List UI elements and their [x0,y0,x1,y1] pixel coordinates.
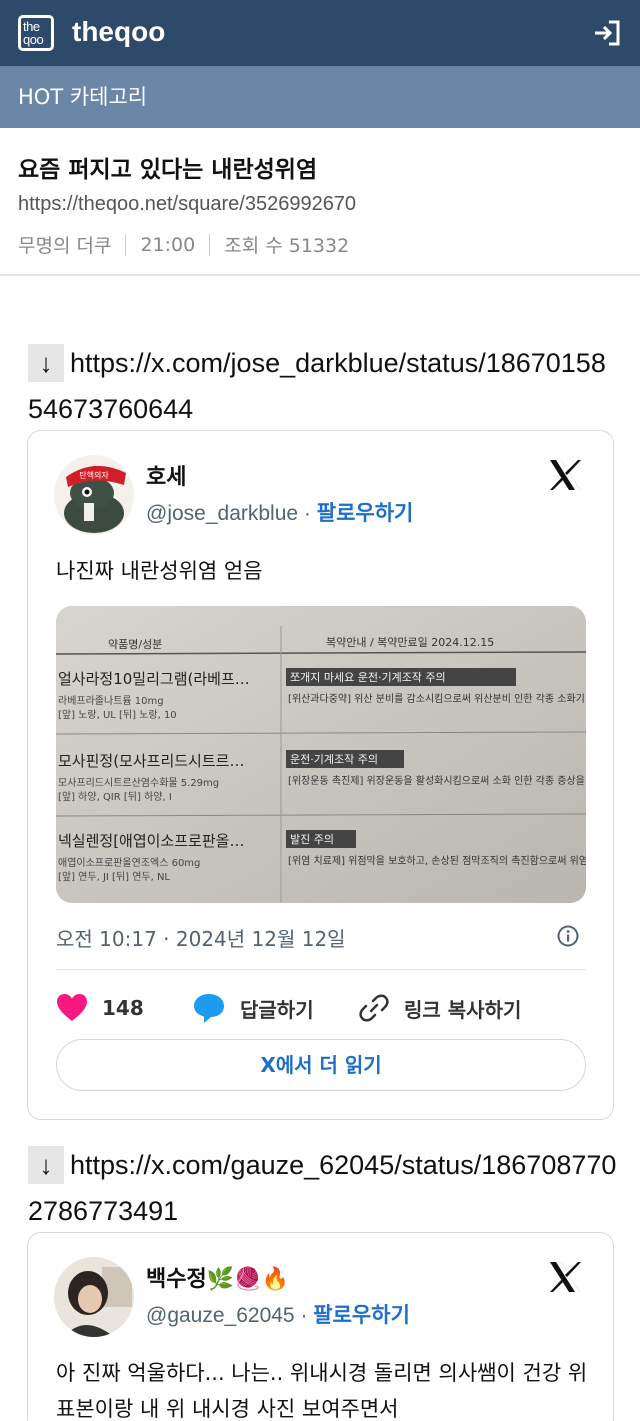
post-url[interactable]: https://theqoo.net/square/3526992670 [18,193,356,216]
tweet-text: 나진짜 내란성위염 얻음 [56,559,263,583]
follow-button[interactable]: 팔로우하기 [313,1303,410,1327]
svg-text:라베프라졸나트륨 10mg: 라베프라졸나트륨 10mg [58,695,164,707]
reply-label: 답글하기 [240,997,314,1022]
embed-link-text[interactable]: https://x.com/gauze_62045/status/1867087… [28,1150,616,1226]
embed-link-text[interactable]: https://x.com/jose_darkblue/status/18670… [28,348,606,424]
svg-text:[앞] 하양, QIR [뒤] 하양, I: [앞] 하양, QIR [뒤] 하양, I [58,790,172,803]
tweet-photo[interactable]: 약품명/성분 복약안내 / 복약만료일 2024.12.15 얼사라정10밀리그… [56,606,586,903]
tweet-author-name[interactable]: 백수정🌿🧶🔥 [146,1261,289,1293]
avatar[interactable]: 탄핵의자 [54,455,134,535]
tweet-handle: @jose_darkblue · 팔로우하기 [146,501,414,525]
post-views: 조회 수 51332 [224,235,350,257]
login-icon[interactable] [592,19,622,47]
svg-text:모사프리드시트르산염수화물 5.29mg: 모사프리드시트르산염수화물 5.29mg [58,777,219,789]
svg-text:운전·기계조작 주의: 운전·기계조작 주의 [290,753,378,766]
reply-button[interactable]: 답글하기 [192,988,314,1028]
tweet-actions: 148 답글하기 링크 복사하기 [56,988,586,1028]
post-time: 21:00 [140,233,196,256]
copy-link-button[interactable]: 링크 복사하기 [358,988,521,1028]
tweet-card[interactable]: 탄핵의자 호세 @jose_darkblue · 팔로우하기 나진짜 내란성위염… [27,430,614,1120]
link-icon [359,994,389,1022]
svg-text:탄핵의자: 탄핵의자 [79,470,109,480]
heart-icon [57,994,87,1021]
like-count: 148 [102,996,144,1020]
photo-header-left: 약품명/성분 [108,637,162,651]
svg-text:[앞] 노랑, UL [뒤] 노랑, 10: [앞] 노랑, UL [뒤] 노랑, 10 [58,709,177,721]
svg-text:[위염 치료제] 위점막을 보호하고, 손상된 점막조직의: [위염 치료제] 위점막을 보호하고, 손상된 점막조직의 촉진함으로써 위염을… [288,854,586,867]
brand-name[interactable]: theqoo [72,16,165,48]
tweet-author-name[interactable]: 호세 [146,459,186,491]
tweet-handle-text[interactable]: @gauze_62045 [146,1304,295,1327]
copy-link-label: 링크 복사하기 [404,997,522,1022]
embed-link-1[interactable]: ↓ https://x.com/jose_darkblue/status/1867… [28,340,618,432]
post-author: 무명의 더쿠 [18,235,112,257]
svg-text:쪼개지 마세요 운전·기계조작 주의: 쪼개지 마세요 운전·기계조작 주의 [290,671,446,684]
header-divider [0,274,640,276]
post-title: 요즘 퍼지고 있다는 내란성위염 [18,157,318,183]
svg-text:발진 주의: 발진 주의 [290,833,334,846]
svg-text:[위장운동 촉진제] 위장운동을 활성화시킴으로써 소화 인: [위장운동 촉진제] 위장운동을 활성화시킴으로써 소화 인한 각종 증상을 개… [288,774,586,787]
svg-text:모사핀정(모사프리드시트르…: 모사핀정(모사프리드시트르… [58,752,244,770]
tweet-handle: @gauze_62045 · 팔로우하기 [146,1303,410,1327]
tweet-timestamp[interactable]: 오전 10:17 · 2024년 12월 12일 [56,923,346,952]
x-logo-icon[interactable] [547,457,583,493]
meta-divider [125,233,127,256]
post-meta: 무명의 더쿠 21:00 조회 수 51332 [18,231,349,258]
tweet-handle-text[interactable]: @jose_darkblue [146,502,298,525]
info-icon[interactable] [557,925,579,947]
tweet-text: 아 진짜 억울하다... 나는.. 위내시경 돌리면 의사쌤이 건강 위 표본이… [56,1361,588,1421]
svg-text:얼사라정10밀리그램(라베프…: 얼사라정10밀리그램(라베프… [58,670,250,688]
down-arrow-icon: ↓ [28,1146,64,1184]
reply-bubble-icon [194,994,224,1023]
site-logo[interactable]: the qoo [18,15,54,51]
like-button[interactable]: 148 [56,988,144,1028]
category-bar[interactable]: HOT 카테고리 [0,66,640,128]
meta-divider [209,233,211,256]
avatar[interactable] [54,1257,134,1337]
photo-header-right: 복약안내 / 복약만료일 2024.12.15 [326,635,494,649]
svg-text:애엽이소프로판올연조엑스 60mg: 애엽이소프로판올연조엑스 60mg [58,857,200,869]
embed-link-2[interactable]: ↓ https://x.com/gauze_62045/status/186708… [28,1142,618,1234]
svg-text:[앞] 연두, JI [뒤] 연두, NL: [앞] 연두, JI [뒤] 연두, NL [58,871,170,883]
down-arrow-icon: ↓ [28,344,64,382]
read-more-button[interactable]: X에서 더 읽기 [56,1039,586,1091]
top-bar: the qoo theqoo [0,0,640,66]
follow-button[interactable]: 팔로우하기 [317,501,414,525]
svg-text:[위산과다중약] 위산 분비를 감소시킴으로써 위산분비 인: [위산과다중약] 위산 분비를 감소시킴으로써 위산분비 인한 각종 소화기 증… [288,692,586,705]
tweet-card[interactable]: 백수정🌿🧶🔥 @gauze_62045 · 팔로우하기 아 진짜 억울하다...… [27,1232,614,1421]
svg-text:넥실렌정[애엽이소프로판올…: 넥실렌정[애엽이소프로판올… [58,832,244,850]
tweet-divider [56,969,586,970]
x-logo-icon[interactable] [547,1259,583,1295]
